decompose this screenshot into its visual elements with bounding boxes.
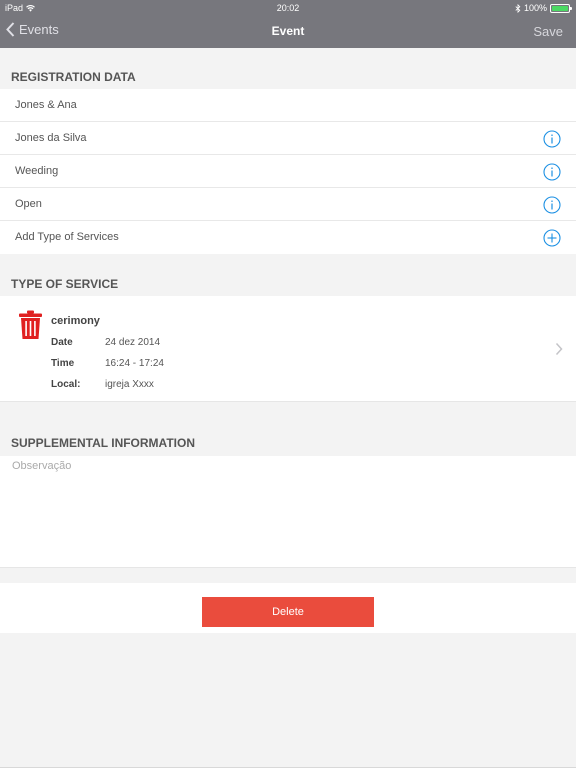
registration-group: Jones & Ana Jones da Silva Weeding Open … — [0, 89, 576, 254]
registration-row-label: Jones da Silva — [15, 132, 87, 144]
info-icon[interactable] — [543, 163, 561, 181]
registration-row-event-type[interactable]: Weeding — [0, 155, 576, 188]
trash-icon[interactable] — [18, 310, 43, 340]
delete-section: Delete — [0, 583, 576, 633]
info-icon[interactable] — [543, 196, 561, 214]
delete-button[interactable]: Delete — [202, 597, 374, 627]
save-button[interactable]: Save — [533, 24, 563, 39]
page-title: Event — [271, 24, 305, 38]
plus-circle-icon[interactable] — [543, 229, 561, 247]
service-date-label: Date — [51, 337, 73, 348]
service-item[interactable]: cerimony Date 24 dez 2014 Time 16:24 - 1… — [0, 296, 576, 402]
battery-icon — [550, 3, 572, 13]
service-header: TYPE OF SERVICE — [0, 255, 576, 295]
registration-row-client[interactable]: Jones da Silva — [0, 122, 576, 155]
service-local-value: igreja Xxxx — [105, 379, 154, 390]
registration-row-label: Open — [15, 198, 42, 210]
battery-percent: 100% — [523, 3, 547, 13]
supplemental-header: SUPPLEMENTAL INFORMATION — [0, 418, 576, 456]
registration-row-label: Jones & Ana — [15, 99, 77, 111]
status-bar: iPad 20:02 100% — [0, 0, 576, 16]
service-time-value: 16:24 - 17:24 — [105, 358, 164, 369]
registration-row-couple[interactable]: Jones & Ana — [0, 89, 576, 122]
service-name: cerimony — [51, 315, 100, 327]
registration-row-status[interactable]: Open — [0, 188, 576, 221]
status-time: 20:02 — [276, 3, 300, 13]
status-right: 100% — [515, 3, 572, 13]
observation-area — [0, 456, 576, 568]
top-bar: iPad 20:02 100% Events Event Save — [0, 0, 576, 48]
registration-row-label: Add Type of Services — [15, 231, 119, 243]
chevron-right-icon — [555, 342, 563, 356]
service-local-label: Local: — [51, 379, 81, 390]
add-type-of-services-row[interactable]: Add Type of Services — [0, 221, 576, 254]
registration-row-label: Weeding — [15, 165, 59, 177]
service-date-value: 24 dez 2014 — [105, 337, 161, 348]
info-icon[interactable] — [543, 130, 561, 148]
registration-header: REGISTRATION DATA — [0, 48, 576, 88]
navigation-bar: Events Event Save — [0, 18, 576, 46]
service-time-label: Time — [51, 358, 75, 369]
observation-field[interactable] — [12, 460, 562, 560]
bluetooth-icon — [515, 3, 521, 13]
